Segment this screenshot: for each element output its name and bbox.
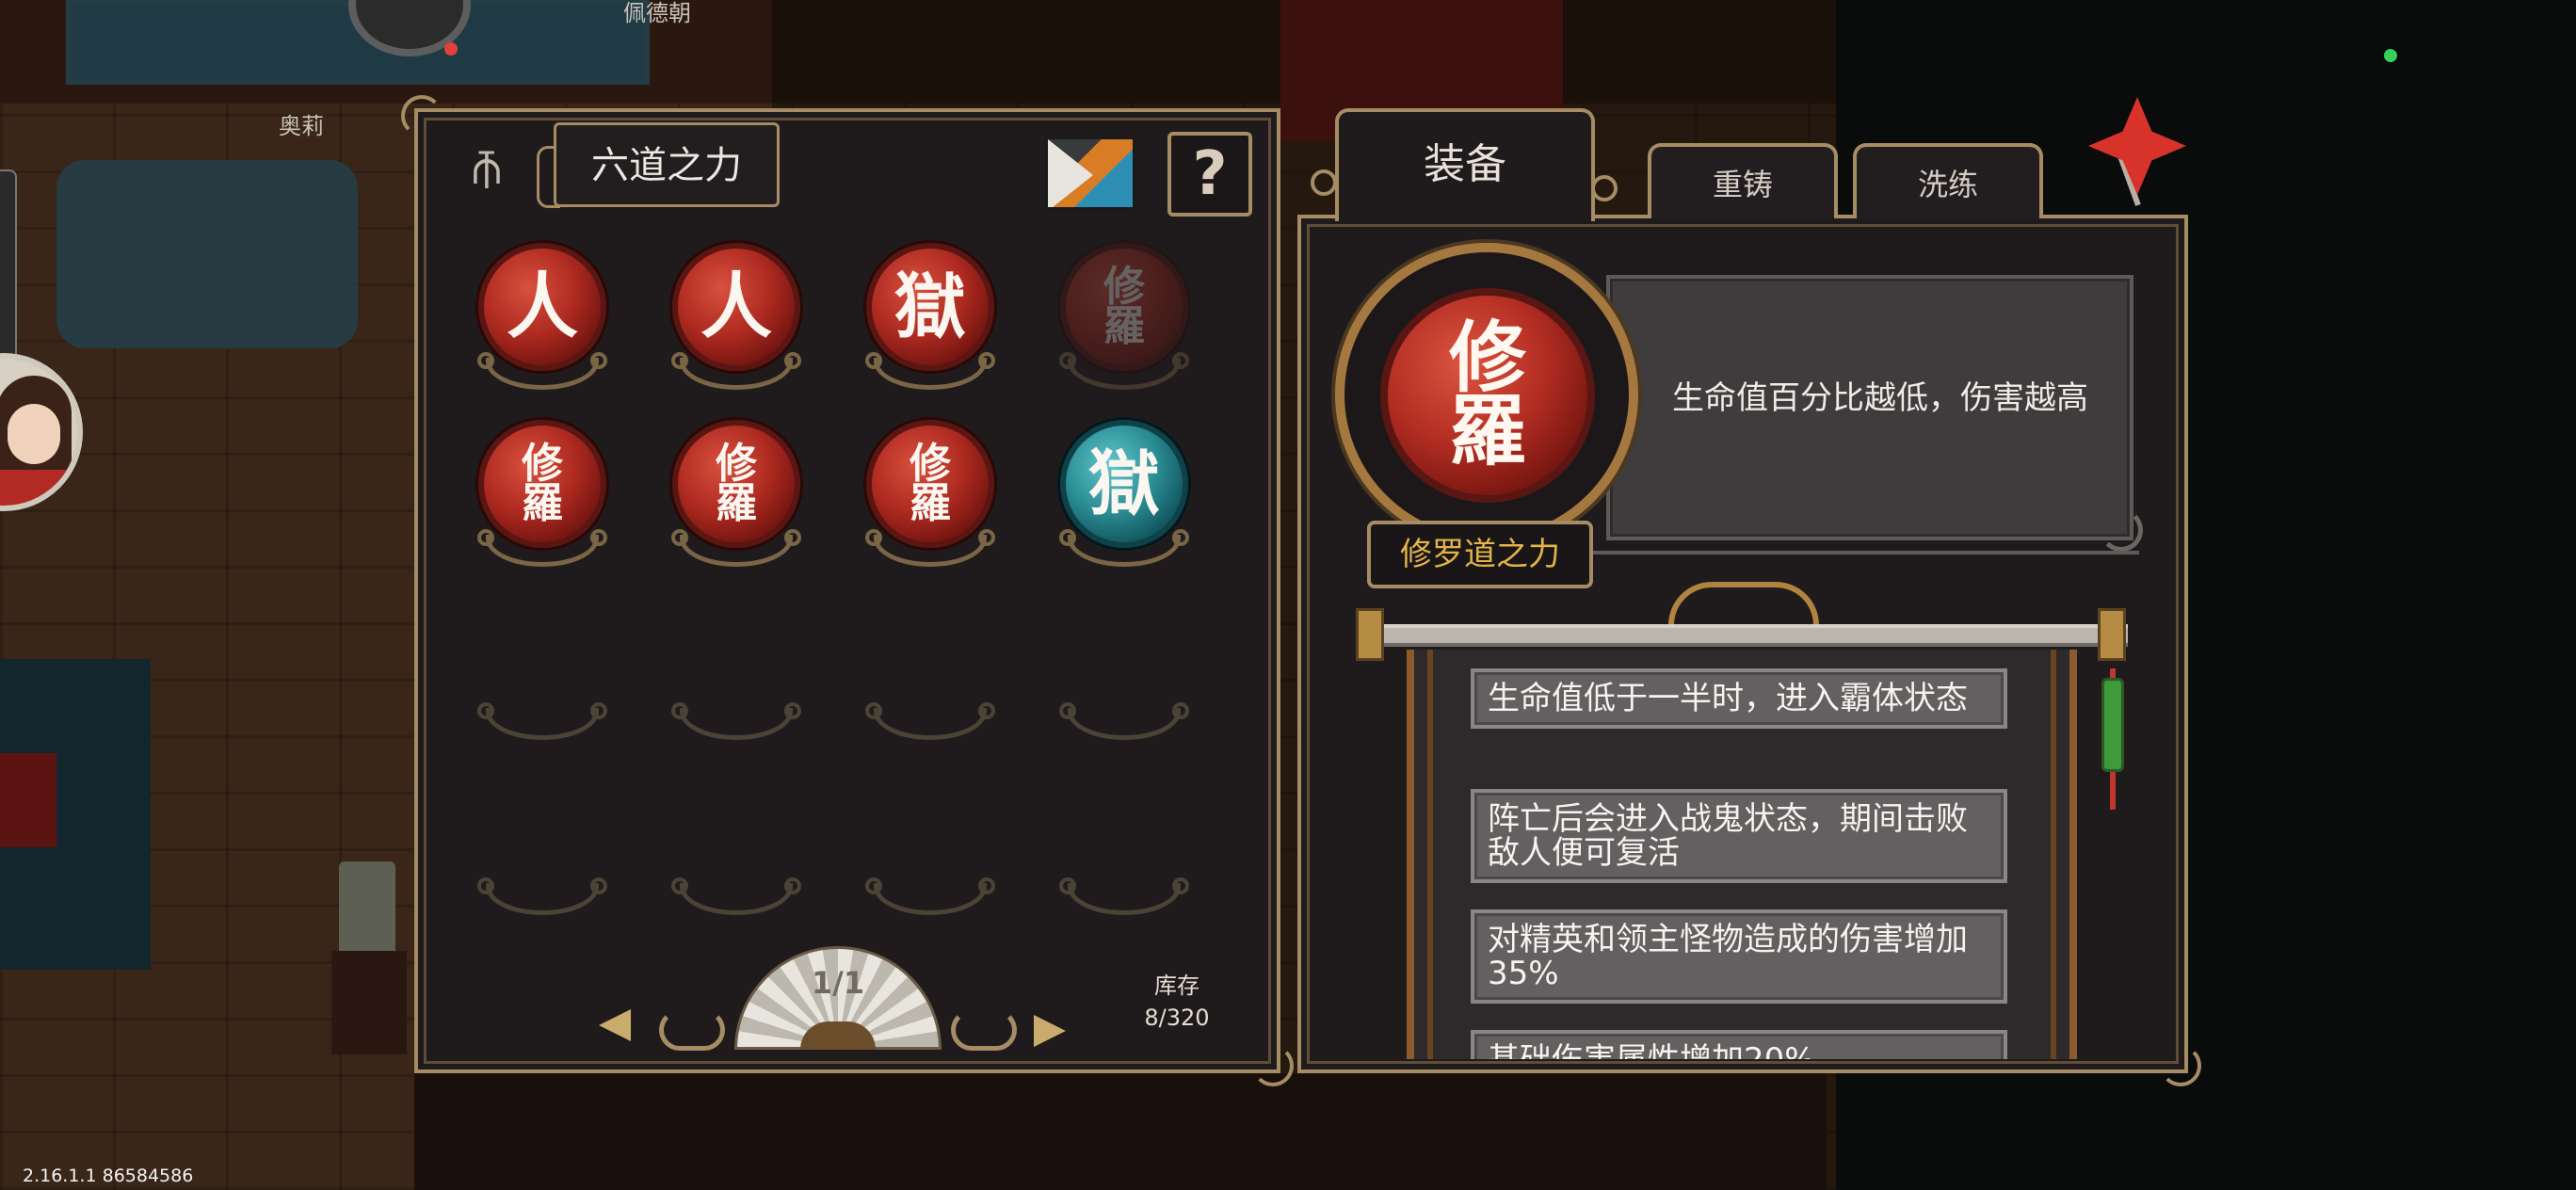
orb-xiuluo[interactable]: 修羅	[866, 420, 994, 548]
pinwheel-icon[interactable]	[2069, 92, 2186, 206]
stock-counter: 库存 8/320	[1130, 970, 1224, 1034]
cushion-prop	[0, 753, 56, 847]
orb-label: 獄	[1088, 442, 1160, 525]
orb-ren[interactable]: 人	[478, 243, 606, 371]
tab-equip[interactable]: 装备	[1335, 108, 1595, 221]
empty-slot[interactable]	[473, 687, 614, 847]
tangram-sort-button-icon[interactable]	[1045, 137, 1135, 210]
orb-glyph: 修	[522, 440, 563, 489]
description-scroll-ornament	[2100, 508, 2143, 552]
empty-stand	[865, 877, 995, 915]
orb-slot[interactable]: 人	[667, 243, 808, 403]
npc-name-label: 奥莉	[279, 113, 324, 139]
floor-edge	[414, 1073, 1827, 1190]
empty-stand	[477, 702, 607, 740]
orb-glyph: 修	[716, 440, 757, 489]
effects-scroll[interactable]: 生命值低于一半时，进入霸体状态 阵亡后会进入战鬼状态，期间击败敌人便可复活 对精…	[1407, 650, 2077, 1059]
fan-ornament	[951, 1009, 1017, 1051]
orb-label: 人	[700, 265, 772, 348]
empty-stand	[1059, 702, 1189, 740]
tangram-piece	[1048, 139, 1093, 207]
orb-xiuluo[interactable]: 修羅	[672, 420, 800, 548]
orb-xiuluo[interactable]: 修羅	[478, 420, 606, 548]
effect-item: 对精英和领主怪物造成的伤害增加35%	[1471, 909, 2007, 1004]
orb-slot[interactable]: 修羅	[667, 420, 808, 580]
panel-corner-ornament	[401, 95, 443, 137]
effect-item: 生命值低于一半时，进入霸体状态	[1471, 668, 2007, 729]
orb-ren[interactable]: 人	[672, 243, 800, 371]
inventory-title: 六道之力	[591, 144, 742, 187]
inventory-title-box: 六道之力	[554, 122, 780, 207]
tab-refine[interactable]: 洗练	[1853, 143, 2043, 218]
orb-glyph: 羅	[1448, 386, 1526, 476]
avatar-face	[8, 404, 60, 464]
panel-corner-ornament	[2160, 1045, 2201, 1086]
stock-value: 8/320	[1144, 1005, 1210, 1031]
empty-stand	[865, 702, 995, 740]
orb-slot[interactable]: 修羅	[473, 420, 614, 580]
prev-page-arrow-icon[interactable]	[599, 1009, 631, 1041]
empty-slot[interactable]	[667, 687, 808, 847]
orb-label: 修羅	[1066, 249, 1183, 365]
tab-reforge[interactable]: 重铸	[1648, 143, 1838, 218]
scroll-crest-ornament	[1668, 582, 1819, 625]
name-divider	[1593, 551, 2139, 555]
effect-item: 阵亡后会进入战鬼状态，期间击败敌人便可复活	[1471, 789, 2007, 883]
orb-glyph: 修	[1448, 313, 1526, 404]
tab-ornament	[1311, 169, 1337, 196]
orb-label: 修羅	[484, 426, 601, 542]
lamp-stand-prop	[331, 951, 407, 1054]
npc-name-label: 佩德朝	[623, 0, 691, 26]
lamp-prop	[339, 861, 395, 965]
avatar-dress	[0, 470, 70, 506]
orb-xiuluo-equipped[interactable]: 修羅	[1060, 243, 1188, 371]
empty-stand	[477, 877, 607, 915]
orb-label: 修羅	[678, 426, 795, 542]
power-description: 生命值百分比越低，伤害越高	[1672, 379, 2088, 417]
orb-glyph: 羅	[1103, 302, 1145, 350]
game-world-background: 佩德朝 奥莉	[0, 0, 2576, 1190]
orb-yu[interactable]: 獄	[866, 243, 994, 371]
machine-prop	[56, 160, 358, 348]
trident-icon: ⫚	[472, 139, 502, 196]
orb-label: 人	[507, 265, 578, 348]
stock-label: 库存	[1154, 973, 1199, 999]
orb-yu-teal[interactable]: 獄	[1060, 420, 1188, 548]
orb-label: 修羅	[872, 426, 989, 542]
orb-glyph: 羅	[910, 479, 951, 527]
orb-slot-selected[interactable]: 修羅	[1055, 243, 1196, 403]
scroll-rod-end	[2098, 608, 2126, 661]
orb-label: 獄	[894, 265, 966, 348]
next-page-arrow-icon[interactable]	[1034, 1015, 1066, 1047]
scroll-rod	[1356, 624, 2128, 647]
panel-corner-ornament	[1252, 1045, 1294, 1086]
empty-stand	[671, 702, 801, 740]
orb-slot[interactable]: 修羅	[861, 420, 1002, 580]
jade-tassel-icon	[2101, 678, 2124, 772]
orb-glyph: 羅	[716, 479, 757, 527]
power-name: 修罗道之力	[1367, 521, 1593, 588]
version-label: 2.16.1.1 86584586	[23, 1166, 194, 1186]
orb-glyph: 修	[910, 440, 951, 489]
empty-stand	[671, 877, 801, 915]
status-dot-icon	[2384, 49, 2397, 62]
empty-stand	[1059, 877, 1189, 915]
pinwheel-blade	[2088, 125, 2137, 167]
empty-slot[interactable]	[861, 687, 1002, 847]
fan-ornament	[659, 1009, 725, 1051]
effect-item: 基础伤害属性增加20%	[1471, 1030, 2007, 1059]
scroll-rod-end	[1356, 608, 1384, 661]
empty-slot[interactable]	[473, 862, 614, 1022]
orb-slot[interactable]: 獄	[1055, 420, 1196, 580]
selected-orb-xiuluo: 修羅	[1380, 288, 1595, 503]
notification-dot-icon	[444, 42, 458, 56]
orb-glyph: 修	[1103, 263, 1145, 312]
orb-glyph: 羅	[522, 479, 563, 527]
tab-ornament	[1591, 175, 1618, 201]
page-indicator: 1/1	[811, 965, 865, 1001]
orb-slot[interactable]: 人	[473, 243, 614, 403]
orb-slot[interactable]: 獄	[861, 243, 1002, 403]
empty-slot[interactable]	[1055, 687, 1196, 847]
help-button[interactable]: ?	[1167, 132, 1252, 217]
